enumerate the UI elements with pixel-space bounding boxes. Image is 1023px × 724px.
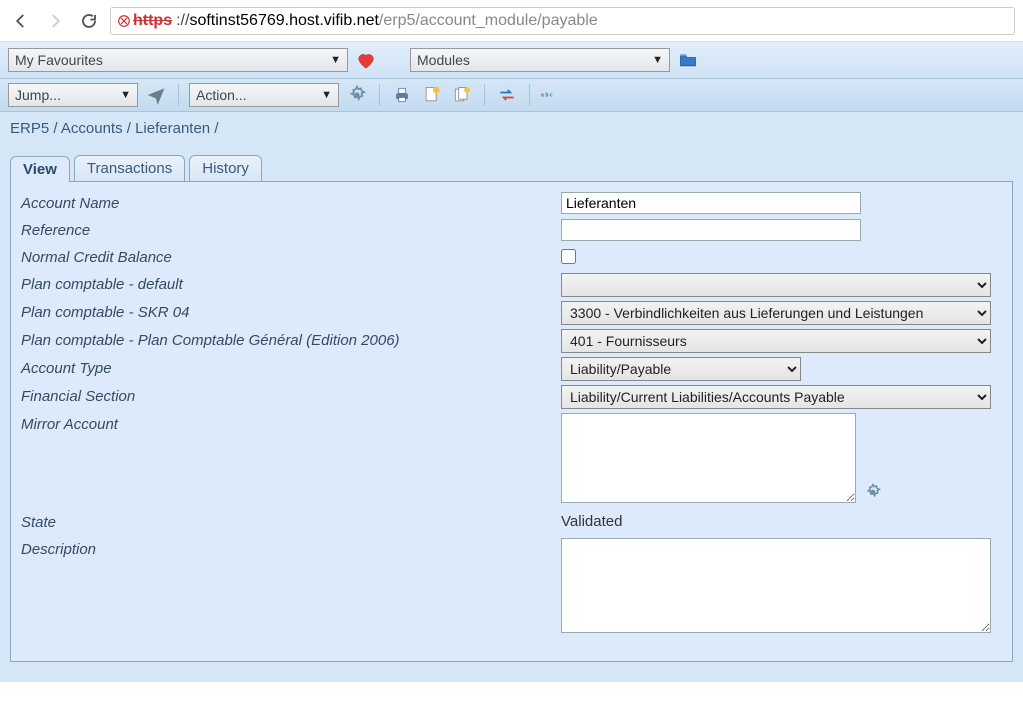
url-sep: :// [176,12,189,30]
reference-label: Reference [21,219,561,242]
account-type-select[interactable]: Liability/Payable [561,357,801,381]
tab-row: View Transactions History [0,155,1023,181]
modules-label: Modules [417,52,470,68]
abc-icon[interactable]: abc [540,83,564,107]
description-textarea[interactable] [561,538,991,633]
exchange-icon[interactable] [495,83,519,107]
favourites-label: My Favourites [15,52,103,68]
chevron-down-icon: ▼ [652,54,663,66]
modules-dropdown[interactable]: Modules ▼ [410,48,670,72]
jump-label: Jump... [15,87,61,103]
plan-skr04-select[interactable]: 3300 - Verbindlichkeiten aus Lieferungen… [561,301,991,325]
financial-section-select[interactable]: Liability/Current Liabilities/Accounts P… [561,385,991,409]
separator [379,84,380,106]
svg-text:a: a [541,92,544,98]
plan-pcg-select[interactable]: 401 - Fournisseurs [561,329,991,353]
plan-skr04-label: Plan comptable - SKR 04 [21,301,561,324]
description-label: Description [21,538,561,561]
tab-history[interactable]: History [189,155,262,181]
clone-doc-icon[interactable] [450,83,474,107]
normal-credit-checkbox[interactable] [561,249,576,264]
jump-dropdown[interactable]: Jump... ▼ [8,83,138,107]
url-host: softinst56769.host.vifib.net [189,12,378,30]
account-type-label: Account Type [21,357,561,380]
erp5-page: My Favourites ▼ Modules ▼ Jump... ▼ Acti… [0,42,1023,682]
account-name-input[interactable] [561,192,861,214]
financial-section-label: Financial Section [21,385,561,408]
plane-icon[interactable] [144,83,168,107]
tab-transactions[interactable]: Transactions [74,155,185,181]
print-icon[interactable] [390,83,414,107]
action-toolbar: Jump... ▼ Action... ▼ abc [0,79,1023,112]
insecure-icon: https [117,12,172,30]
separator [529,84,530,106]
folder-open-icon[interactable] [676,48,700,72]
svg-text:c: c [550,92,553,98]
favourites-bar: My Favourites ▼ Modules ▼ [0,42,1023,79]
separator [484,84,485,106]
back-button[interactable] [8,8,34,34]
tab-view[interactable]: View [10,156,70,182]
new-doc-icon[interactable] [420,83,444,107]
action-dropdown[interactable]: Action... ▼ [189,83,339,107]
mirror-account-textarea[interactable] [561,413,856,503]
plan-default-select[interactable] [561,273,991,297]
forward-button[interactable] [42,8,68,34]
chevron-down-icon: ▼ [330,54,341,66]
separator [178,84,179,106]
plan-default-label: Plan comptable - default [21,273,561,296]
gear-icon[interactable] [864,483,888,507]
action-label: Action... [196,87,247,103]
state-label: State [21,511,561,534]
chevron-down-icon: ▼ [120,89,131,101]
plan-pcg-label: Plan comptable - Plan Comptable Général … [21,329,561,352]
breadcrumb-item[interactable]: ERP5 [10,120,49,137]
svg-text:b: b [545,92,548,98]
reference-input[interactable] [561,219,861,241]
browser-chrome: https :// softinst56769.host.vifib.net /… [0,0,1023,42]
breadcrumb-item[interactable]: Lieferanten [135,120,210,137]
account-name-label: Account Name [21,192,561,215]
favourites-dropdown[interactable]: My Favourites ▼ [8,48,348,72]
url-bar[interactable]: https :// softinst56769.host.vifib.net /… [110,7,1015,35]
mirror-account-label: Mirror Account [21,413,561,436]
breadcrumb-item[interactable]: Accounts [61,120,123,137]
chevron-down-icon: ▼ [321,89,332,101]
url-path: /erp5/account_module/payable [379,12,598,30]
breadcrumb: ERP5 / Accounts / Lieferanten / [0,112,1023,147]
normal-credit-label: Normal Credit Balance [21,246,561,269]
heart-icon[interactable] [354,48,378,72]
gear-icon[interactable] [345,83,369,107]
form-panel: Account Name Reference Normal Credit Bal… [10,181,1013,662]
state-value: Validated [561,511,1002,530]
reload-button[interactable] [76,8,102,34]
